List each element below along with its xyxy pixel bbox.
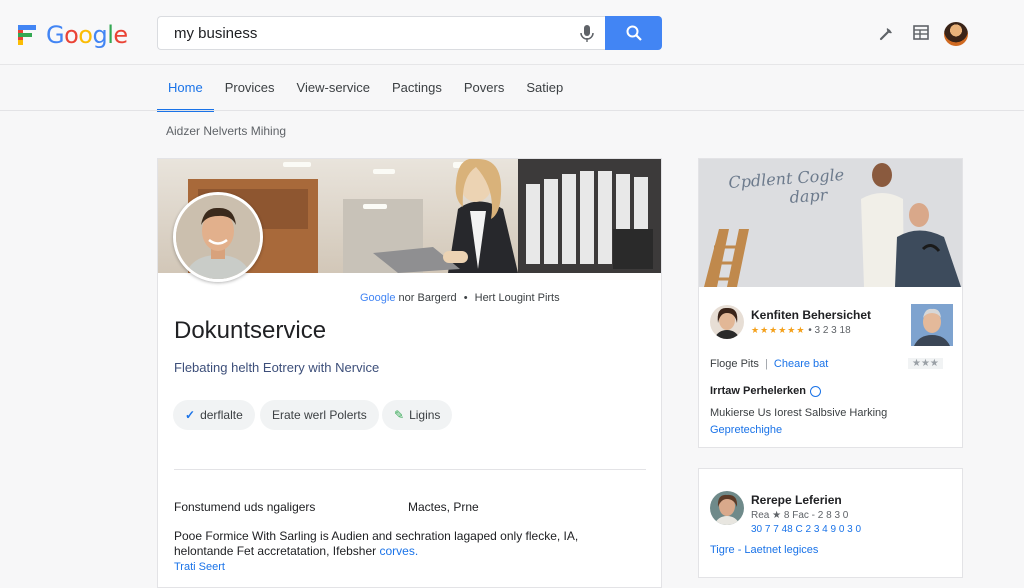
- reviewer-2-numbers: 30 7 7 48 C 2 3 4 9 0 3 0: [751, 524, 862, 535]
- body-line-1: Pooe Formice With Sarling is Audien and …: [174, 529, 579, 543]
- business-meta: Google nor Bargerd • Hert Lougint Pirts: [360, 292, 560, 304]
- chip-derflalte[interactable]: ✓ derflalte: [173, 400, 255, 430]
- whiteboard-line-2: dapr: [788, 185, 828, 207]
- reviewer-2-avatar[interactable]: [710, 491, 744, 525]
- profile-photo[interactable]: [173, 192, 263, 282]
- side-info-separator: |: [764, 358, 768, 370]
- wrench-icon[interactable]: [878, 24, 896, 42]
- reviewer-2-name[interactable]: Rerepe Leferien: [751, 493, 842, 507]
- top-bar: Google: [0, 0, 1024, 65]
- side-review-card: Rerepe Leferien Rea ★ 8 Fac - 2 8 3 0 30…: [698, 468, 963, 578]
- tab-povers[interactable]: Povers: [453, 64, 515, 110]
- tab-provices[interactable]: Provices: [214, 64, 286, 110]
- whiteboard-text: Cpdlent Cogle dapr: [728, 165, 846, 211]
- search-icon: [626, 25, 642, 41]
- business-card: Google nor Bargerd • Hert Lougint Pirts …: [157, 158, 662, 588]
- google-f-icon: [18, 25, 38, 45]
- search-button[interactable]: [605, 16, 662, 50]
- tabs-divider: [0, 110, 1024, 111]
- body-line-2: helontande Fet accretatation, Ifebsher c…: [174, 544, 644, 559]
- business-title: Dokuntservice: [174, 317, 327, 344]
- tab-pactings[interactable]: Pactings: [381, 64, 453, 110]
- google-logo[interactable]: Google: [18, 20, 128, 50]
- reviewer-2-rating: Rea ★ 8 Fac - 2 8 3 0: [751, 510, 849, 521]
- search-box[interactable]: [157, 16, 605, 50]
- tab-view-service[interactable]: View-service: [286, 64, 381, 110]
- chip-erate-werl-polerts[interactable]: Erate werl Polerts: [260, 400, 379, 430]
- rating-text: • 3 2 3 18: [808, 325, 851, 336]
- side-heading: Irrtaw Perhelerken: [710, 385, 821, 397]
- section-heading-right: Mactes, Prne: [408, 500, 479, 514]
- grid-icon[interactable]: [912, 24, 930, 42]
- side-paragraph: Mukierse Us Iorest Salbsive Harking: [710, 407, 888, 419]
- meta-category: nor Bargerd: [398, 292, 457, 304]
- chip-label: Ligins: [409, 408, 441, 422]
- trati-seert-link[interactable]: Trati Seert: [174, 561, 225, 573]
- leaf-icon: ✎: [394, 408, 405, 422]
- account-avatar[interactable]: [944, 22, 968, 46]
- small-star-rating: ★★★: [908, 358, 943, 369]
- section-divider: [174, 469, 646, 470]
- logo-wordmark: Google: [46, 21, 128, 49]
- section-body: Pooe Formice With Sarling is Audien and …: [174, 529, 644, 559]
- chip-label: Erate werl Polerts: [272, 408, 367, 422]
- search-input[interactable]: [172, 24, 556, 43]
- check-icon: ✓: [185, 408, 196, 422]
- team-photo: Cpdlent Cogle dapr: [699, 159, 962, 287]
- side-link[interactable]: Gepretechighe: [710, 424, 782, 436]
- tab-home[interactable]: Home: [157, 64, 214, 112]
- verified-icon: [810, 385, 821, 397]
- rating-stars: ★★★★★★: [751, 325, 806, 335]
- reviewer-thumbnail[interactable]: [911, 304, 953, 346]
- meta-brand: Google: [360, 292, 396, 304]
- reviewer-rating: ★★★★★★ • 3 2 3 18: [751, 325, 851, 336]
- reviewer-2-link[interactable]: Tigre - Laetnet legices: [710, 544, 818, 556]
- chip-ligins[interactable]: ✎ Ligins: [382, 400, 453, 430]
- body-inline-link[interactable]: corves.: [379, 544, 418, 558]
- reviewer-name[interactable]: Kenfiten Behersichet: [751, 308, 871, 322]
- side-info-link[interactable]: Cheare bat: [774, 358, 828, 370]
- nav-tabs: Home Provices View-service Pactings Pove…: [157, 64, 574, 112]
- section-heading: Fonstumend uds ngaligers: [174, 500, 316, 514]
- side-profile-card: Cpdlent Cogle dapr Kenfiten Behersichet …: [698, 158, 963, 448]
- side-info-row: Floge Pits | Cheare bat: [710, 358, 828, 370]
- meta-location: Hert Lougint Pirts: [474, 292, 560, 304]
- page-subtitle: Aidzer Nelverts Mihing: [166, 124, 287, 138]
- chip-label: derflalte: [200, 408, 243, 422]
- microphone-icon[interactable]: [579, 25, 595, 43]
- business-description: Flebating helth Eotrery with Nervice: [174, 360, 380, 375]
- body-line-2-text: helontande Fet accretatation, Ifebsher: [174, 544, 377, 558]
- side-info-label: Floge Pits: [710, 358, 759, 370]
- side-heading-text: Irrtaw Perhelerken: [710, 385, 806, 397]
- reviewer-avatar[interactable]: [710, 305, 744, 339]
- meta-separator: •: [463, 292, 468, 304]
- tab-satiep[interactable]: Satiep: [515, 64, 574, 110]
